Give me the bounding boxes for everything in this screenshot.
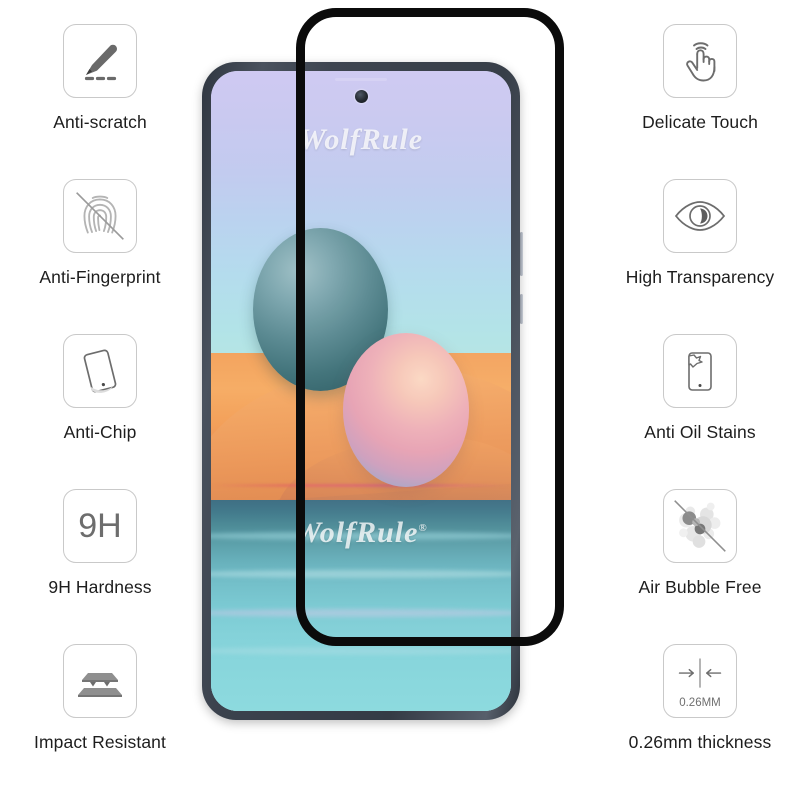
phone-front-camera <box>354 90 368 104</box>
feature-label: Anti-scratch <box>53 112 147 132</box>
feature-impact-resistant: Impact Resistant <box>0 644 200 794</box>
wallpaper-sphere-pink <box>343 333 469 487</box>
layered-plates-icon <box>63 644 137 718</box>
pencil-scratch-icon <box>63 24 137 98</box>
feature-anti-chip: Anti-Chip <box>0 334 200 484</box>
tilted-phone-icon <box>63 334 137 408</box>
eye-icon <box>663 179 737 253</box>
phone-product-image: WolfRule WolfRule® <box>196 14 526 720</box>
feature-label: Anti-Fingerprint <box>39 267 161 287</box>
phone-power-button <box>519 232 523 276</box>
phone-volume-button <box>519 294 523 324</box>
left-feature-column: Anti-scratch Anti-Fingerprint Anti-Chip … <box>0 0 200 800</box>
hardness-9h-icon: 9H <box>63 489 137 563</box>
feature-label: Anti Oil Stains <box>644 422 756 442</box>
feature-label: Delicate Touch <box>642 112 758 132</box>
feature-thickness: 0.26MM 0.26mm thickness <box>600 644 800 794</box>
right-feature-column: Delicate Touch High Transparency Anti Oi… <box>600 0 800 800</box>
thickness-arrows-icon: 0.26MM <box>663 644 737 718</box>
phone-screen: WolfRule WolfRule® <box>211 71 511 711</box>
wallpaper-wave <box>211 608 511 617</box>
feature-label: Anti-Chip <box>63 422 137 442</box>
wallpaper-wave <box>211 647 511 655</box>
feature-label: 0.26mm thickness <box>628 732 772 752</box>
phone-earpiece <box>335 78 387 82</box>
wallpaper-wave <box>211 531 511 540</box>
thickness-icon-text: 0.26MM <box>679 697 721 709</box>
feature-delicate-touch: Delicate Touch <box>600 24 800 174</box>
touch-hand-icon <box>663 24 737 98</box>
bubbles-slash-icon <box>663 489 737 563</box>
phone-stain-icon <box>663 334 737 408</box>
feature-anti-fingerprint: Anti-Fingerprint <box>0 179 200 329</box>
feature-air-bubble-free: Air Bubble Free <box>600 489 800 639</box>
hardness-icon-text: 9H <box>78 507 122 545</box>
feature-anti-oil-stains: Anti Oil Stains <box>600 334 800 484</box>
wallpaper-pink-ridge <box>211 483 511 487</box>
feature-label: Impact Resistant <box>34 732 166 752</box>
feature-9h-hardness: 9H 9H Hardness <box>0 489 200 639</box>
wallpaper-wave <box>211 570 511 579</box>
fingerprint-slash-icon <box>63 179 137 253</box>
feature-anti-scratch: Anti-scratch <box>0 24 200 174</box>
feature-label: 9H Hardness <box>48 577 152 597</box>
feature-label: High Transparency <box>625 267 775 287</box>
product-infographic: Anti-scratch Anti-Fingerprint Anti-Chip … <box>0 0 800 800</box>
feature-high-transparency: High Transparency <box>600 179 800 329</box>
feature-label: Air Bubble Free <box>638 577 762 597</box>
phone-body: WolfRule WolfRule® <box>202 62 523 720</box>
